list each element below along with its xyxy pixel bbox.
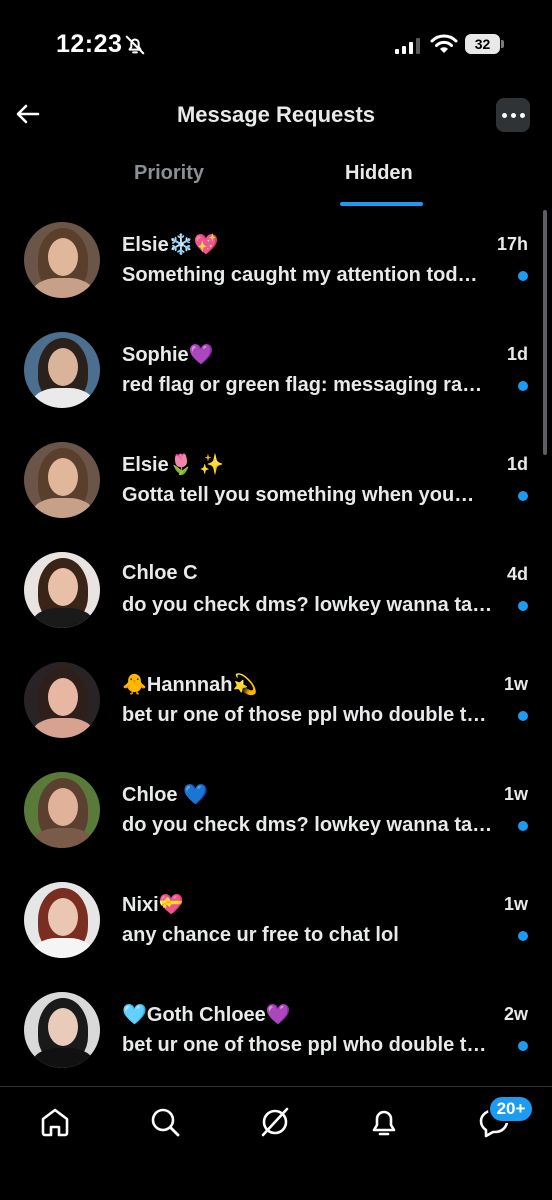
unread-dot bbox=[518, 931, 528, 941]
unread-dot bbox=[518, 821, 528, 831]
messages-badge: 20+ bbox=[488, 1095, 534, 1123]
avatar[interactable] bbox=[24, 992, 100, 1068]
page-title: Message Requests bbox=[176, 102, 376, 127]
message-request-row[interactable]: Sophie💜 1d red flag or green flag: messa… bbox=[0, 318, 552, 428]
bottom-nav: 20+ bbox=[0, 1086, 552, 1200]
avatar[interactable] bbox=[24, 222, 100, 298]
home-icon[interactable] bbox=[38, 1105, 72, 1139]
status-bar: 12:23 32 bbox=[0, 0, 552, 90]
sender-name: 🐥Hannnah💫 bbox=[122, 674, 258, 696]
message-request-row[interactable]: Nixi💝 1w any chance ur free to chat lol bbox=[0, 868, 552, 978]
message-request-row[interactable]: 🐥Hannnah💫 1w bet ur one of those ppl who… bbox=[0, 648, 552, 758]
tab-priority[interactable]: Priority bbox=[134, 162, 204, 185]
wifi-icon bbox=[430, 34, 458, 53]
message-time: 1w bbox=[503, 784, 528, 804]
battery-icon: 32 bbox=[465, 34, 504, 54]
battery-level: 32 bbox=[465, 34, 500, 54]
sender-name: Nixi💝 bbox=[122, 894, 184, 916]
message-request-row[interactable]: Chloe C 4d do you check dms? lowkey wann… bbox=[0, 538, 552, 648]
message-request-row[interactable]: 🩵Goth Chloee💜 2w bet ur one of those ppl… bbox=[0, 978, 552, 1086]
cellular-signal-icon bbox=[395, 37, 420, 54]
active-tab-indicator bbox=[340, 202, 423, 206]
unread-dot bbox=[518, 711, 528, 721]
search-icon[interactable] bbox=[148, 1105, 182, 1139]
message-preview: any chance ur free to chat lol bbox=[122, 924, 399, 946]
message-request-row[interactable]: Elsie🌷 ✨ 1d Gotta tell you something whe… bbox=[0, 428, 552, 538]
message-time: 17h bbox=[496, 234, 528, 254]
tab-bar: Priority Hidden bbox=[0, 150, 552, 208]
message-request-list: Elsie❄️💖 17h Something caught my attenti… bbox=[0, 208, 552, 1086]
avatar[interactable] bbox=[24, 882, 100, 958]
message-time: 1w bbox=[503, 674, 528, 694]
status-time: 12:23 bbox=[56, 30, 123, 58]
message-preview: Something caught my attention tod… bbox=[122, 264, 478, 286]
sender-name: Chloe 💙 bbox=[122, 784, 209, 806]
notifications-icon[interactable] bbox=[367, 1105, 401, 1139]
message-preview: do you check dms? lowkey wanna ta… bbox=[122, 594, 493, 616]
avatar[interactable] bbox=[24, 552, 100, 628]
message-preview: bet ur one of those ppl who double t… bbox=[122, 1034, 487, 1056]
tab-hidden[interactable]: Hidden bbox=[345, 162, 413, 185]
message-preview: bet ur one of those ppl who double t… bbox=[122, 704, 487, 726]
message-time: 2w bbox=[503, 1004, 528, 1024]
sender-name: Sophie💜 bbox=[122, 344, 214, 366]
unread-dot bbox=[518, 1041, 528, 1051]
avatar[interactable] bbox=[24, 442, 100, 518]
grok-icon[interactable] bbox=[258, 1105, 292, 1139]
sender-name: Elsie❄️💖 bbox=[122, 234, 219, 256]
unread-dot bbox=[518, 601, 528, 611]
unread-dot bbox=[518, 271, 528, 281]
sender-name: Elsie🌷 ✨ bbox=[122, 454, 225, 476]
message-request-row[interactable]: Elsie❄️💖 17h Something caught my attenti… bbox=[0, 208, 552, 318]
avatar[interactable] bbox=[24, 772, 100, 848]
header: Message Requests bbox=[0, 90, 552, 145]
message-request-row[interactable]: Chloe 💙 1w do you check dms? lowkey wann… bbox=[0, 758, 552, 868]
unread-dot bbox=[518, 491, 528, 501]
avatar[interactable] bbox=[24, 662, 100, 738]
avatar[interactable] bbox=[24, 332, 100, 408]
message-preview: Gotta tell you something when you… bbox=[122, 484, 475, 506]
message-time: 1d bbox=[506, 454, 528, 474]
unread-dot bbox=[518, 381, 528, 391]
message-preview: red flag or green flag: messaging ra… bbox=[122, 374, 483, 396]
more-options-button[interactable] bbox=[496, 98, 530, 132]
bell-off-icon bbox=[125, 35, 145, 55]
message-time: 1w bbox=[503, 894, 528, 914]
more-dots-icon bbox=[501, 112, 507, 118]
sender-name: 🩵Goth Chloee💜 bbox=[122, 1004, 291, 1026]
message-time: 1d bbox=[506, 344, 528, 364]
message-time: 4d bbox=[506, 564, 528, 584]
message-preview: do you check dms? lowkey wanna ta… bbox=[122, 814, 493, 836]
sender-name: Chloe C bbox=[122, 562, 198, 584]
